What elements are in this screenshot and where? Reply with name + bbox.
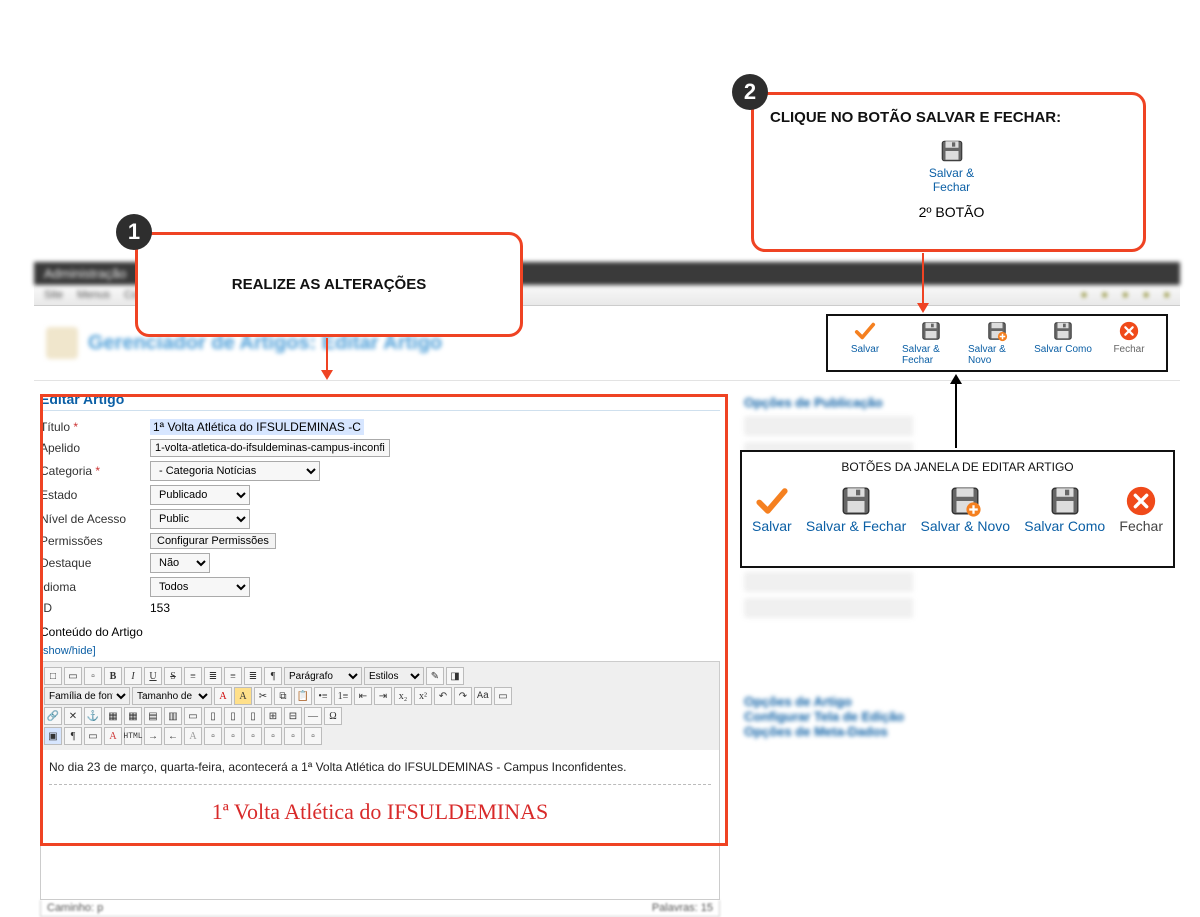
panel-save-new-button[interactable]: Salvar & Novo bbox=[921, 484, 1010, 534]
panel-save-new-label: Salvar & Novo bbox=[921, 518, 1010, 534]
editor-footer: Caminho: p Palavras: 15 bbox=[40, 900, 720, 917]
close-icon bbox=[1124, 484, 1158, 518]
toolbar-small: Salvar Salvar & Fechar Salvar & Novo Sal… bbox=[826, 314, 1168, 372]
step-2-badge: 2 bbox=[732, 74, 768, 110]
close-label: Fechar bbox=[1113, 344, 1144, 355]
panel-close-label: Fechar bbox=[1119, 518, 1163, 534]
panel-save-close-button[interactable]: Salvar & Fechar bbox=[806, 484, 906, 534]
save-close-label: Salvar & Fechar bbox=[902, 344, 960, 366]
article-icon bbox=[46, 327, 78, 359]
callout-2-button-demo: Salvar & Fechar bbox=[909, 138, 995, 194]
panel-save-button[interactable]: Salvar bbox=[752, 484, 792, 534]
callout-1: REALIZE AS ALTERAÇÕES bbox=[135, 232, 523, 337]
annotation-box-1 bbox=[40, 394, 728, 846]
callout-2-button-label: Salvar & Fechar bbox=[909, 166, 995, 194]
save-button[interactable]: Salvar bbox=[836, 320, 894, 355]
save-label: Salvar bbox=[851, 344, 879, 355]
arrow-3 bbox=[955, 378, 957, 448]
floppy-icon bbox=[939, 138, 965, 164]
panel-save-close-label: Salvar & Fechar bbox=[806, 518, 906, 534]
button-panel: BOTÕES DA JANELA DE EDITAR ARTIGO Salvar… bbox=[740, 450, 1175, 568]
save-new-button[interactable]: Salvar & Novo bbox=[968, 320, 1026, 366]
floppy-icon bbox=[839, 484, 873, 518]
arrow-1 bbox=[326, 338, 328, 376]
check-icon bbox=[755, 484, 789, 518]
check-icon bbox=[854, 320, 876, 342]
panel-save-copy-button[interactable]: Salvar Como bbox=[1024, 484, 1105, 534]
callout-2-title: CLIQUE NO BOTÃO SALVAR E FECHAR: bbox=[770, 109, 1133, 126]
callout-2-sub: 2º BOTÃO bbox=[770, 204, 1133, 220]
callout-2: CLIQUE NO BOTÃO SALVAR E FECHAR: Salvar … bbox=[751, 92, 1146, 252]
save-close-button[interactable]: Salvar & Fechar bbox=[902, 320, 960, 366]
button-panel-title: BOTÕES DA JANELA DE EDITAR ARTIGO bbox=[752, 460, 1163, 474]
floppy-icon bbox=[1048, 484, 1082, 518]
save-copy-label: Salvar Como bbox=[1034, 344, 1092, 355]
panel-save-label: Salvar bbox=[752, 518, 792, 534]
close-button[interactable]: Fechar bbox=[1100, 320, 1158, 355]
panel-close-button[interactable]: Fechar bbox=[1119, 484, 1163, 534]
arrow-2 bbox=[922, 253, 924, 309]
floppy-icon bbox=[920, 320, 942, 342]
close-icon bbox=[1118, 320, 1140, 342]
callout-1-text: REALIZE AS ALTERAÇÕES bbox=[232, 276, 426, 293]
floppy-plus-icon bbox=[948, 484, 982, 518]
save-new-label: Salvar & Novo bbox=[968, 344, 1026, 366]
floppy-plus-icon bbox=[986, 320, 1008, 342]
step-1-badge: 1 bbox=[116, 214, 152, 250]
floppy-icon bbox=[1052, 320, 1074, 342]
save-copy-button[interactable]: Salvar Como bbox=[1034, 320, 1092, 355]
panel-save-copy-label: Salvar Como bbox=[1024, 518, 1105, 534]
